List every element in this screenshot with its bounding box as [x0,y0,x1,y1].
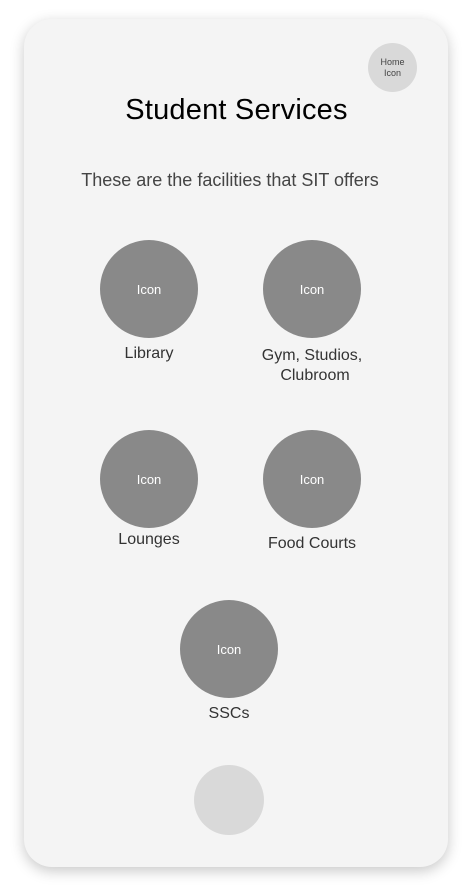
library-icon: Icon [100,240,198,338]
food-courts-icon: Icon [263,430,361,528]
facility-food-courts[interactable]: Icon Food Courts [232,430,392,554]
facility-label-lounges: Lounges [118,531,180,548]
facility-label-sscs: SSCs [208,705,250,722]
sscs-icon: Icon [180,600,278,698]
facility-label-gym-line1: Gym, Studios, [261,347,363,364]
home-icon-label-line2: Icon [383,67,401,78]
facility-gym-studios-clubroom[interactable]: Icon Gym, Studios, Clubroom [232,240,392,386]
home-icon[interactable]: Home Icon [368,43,417,92]
home-icon-label-line1: Home [380,56,405,67]
gym-icon: Icon [263,240,361,338]
bottom-circle-button[interactable] [194,765,264,835]
page-title: Student Services [125,94,348,126]
lounges-icon: Icon [100,430,198,528]
facility-library[interactable]: Icon Library [69,240,229,364]
facility-lounges[interactable]: Icon Lounges [69,430,229,550]
facility-label-food-courts: Food Courts [267,535,357,552]
facility-sscs[interactable]: Icon SSCs [149,600,309,724]
page-subtitle: These are the facilities that SIT offers [81,170,379,190]
facility-label-library: Library [124,345,174,362]
facility-label-gym-line2: Clubroom [280,367,350,384]
